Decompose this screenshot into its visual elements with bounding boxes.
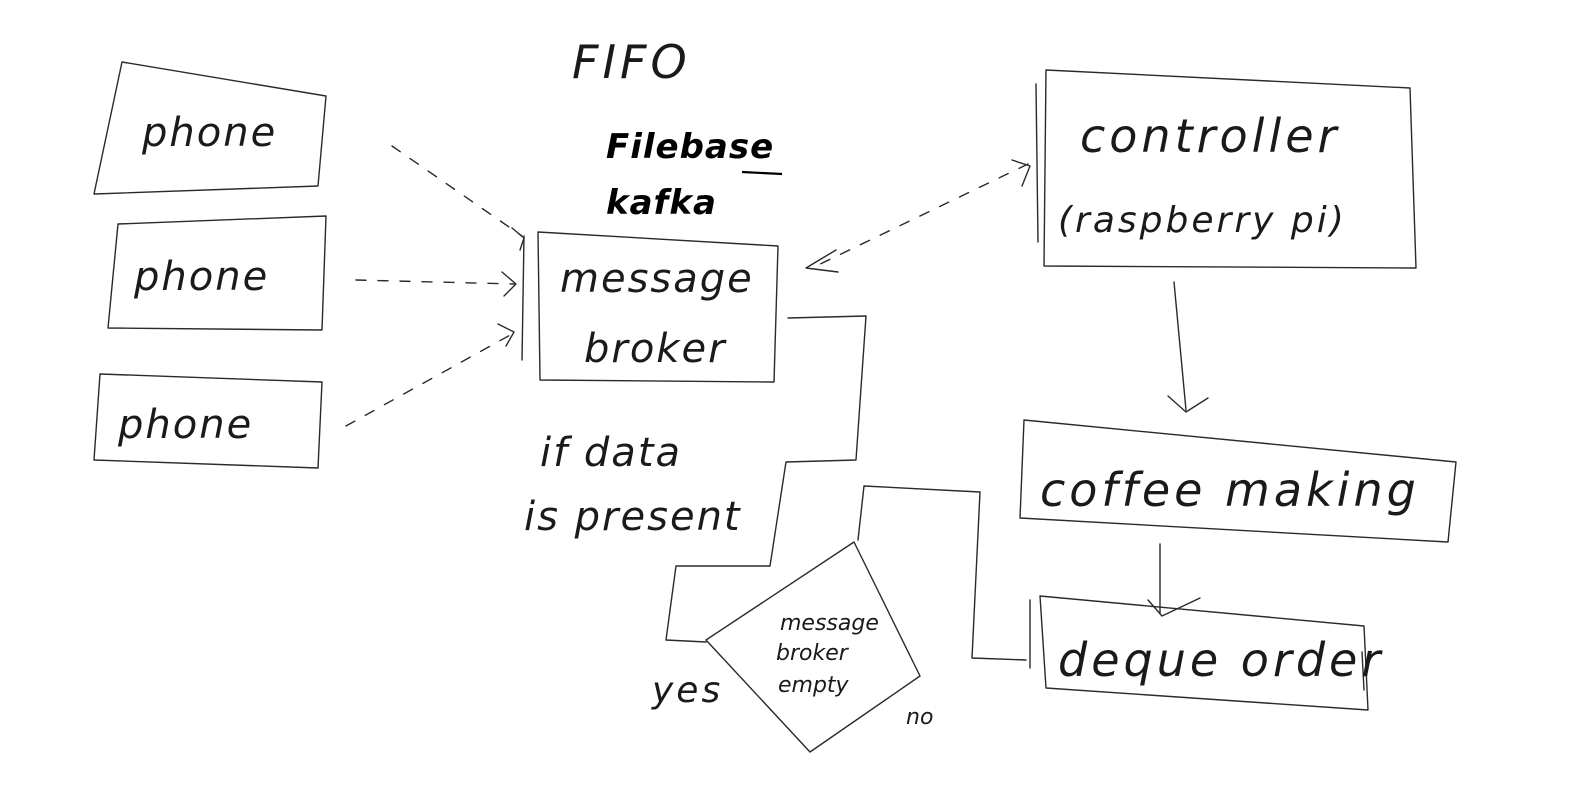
controller-line-2: (raspberry pi) <box>1058 200 1347 241</box>
condition-line-2: is present <box>524 494 742 540</box>
phone-label-2: phone <box>133 254 269 300</box>
phone-box-2: phone <box>107 215 327 331</box>
coffee-making-box: coffee making <box>1019 419 1457 543</box>
tech-label-1: Filebase <box>606 127 774 167</box>
diagram-canvas: FIFO Filebase kafka phone phone phone me… <box>0 0 1588 804</box>
phone-label-3: phone <box>117 402 253 448</box>
decision-line-3: empty <box>778 673 850 698</box>
deque-order-box: deque order <box>1029 595 1384 711</box>
controller-box: controller (raspberry pi) <box>1035 69 1417 269</box>
message-broker-box: message broker <box>521 231 779 383</box>
arrow-controller-to-broker <box>811 163 1029 269</box>
arrowhead-broker-side <box>805 249 839 273</box>
phone-box-1: phone <box>93 61 327 195</box>
coffee-making-label: coffee making <box>1040 463 1420 517</box>
arrow-controller-to-coffee <box>1173 281 1187 411</box>
arrow-phone2-to-broker <box>355 279 515 285</box>
arrowhead-coffee <box>1167 395 1209 413</box>
arrow-phone3-to-broker <box>345 333 513 427</box>
arrow-phone1-to-broker <box>391 145 523 237</box>
tech-label-2: kafka <box>606 183 717 223</box>
connector-decision-to-deque <box>857 485 1027 661</box>
diagram-svg: FIFO Filebase kafka phone phone phone me… <box>93 35 1457 753</box>
phone-label-1: phone <box>141 110 277 156</box>
fifo-label: FIFO <box>572 35 691 89</box>
condition-line-1: if data <box>540 430 682 476</box>
deque-order-label: deque order <box>1058 633 1384 687</box>
message-broker-line-1: message <box>560 256 754 302</box>
decision-line-1: message <box>780 611 879 636</box>
yes-label: yes <box>651 670 723 711</box>
decision-diamond: message broker empty <box>705 541 921 753</box>
tech-underline <box>741 170 783 176</box>
no-label: no <box>906 705 933 730</box>
arrowhead-phone1 <box>511 227 525 251</box>
decision-line-2: broker <box>776 641 850 666</box>
phone-box-3: phone <box>93 373 323 469</box>
arrowhead-phone3 <box>497 323 515 347</box>
controller-line-1: controller <box>1080 109 1340 163</box>
message-broker-line-2: broker <box>584 326 727 372</box>
